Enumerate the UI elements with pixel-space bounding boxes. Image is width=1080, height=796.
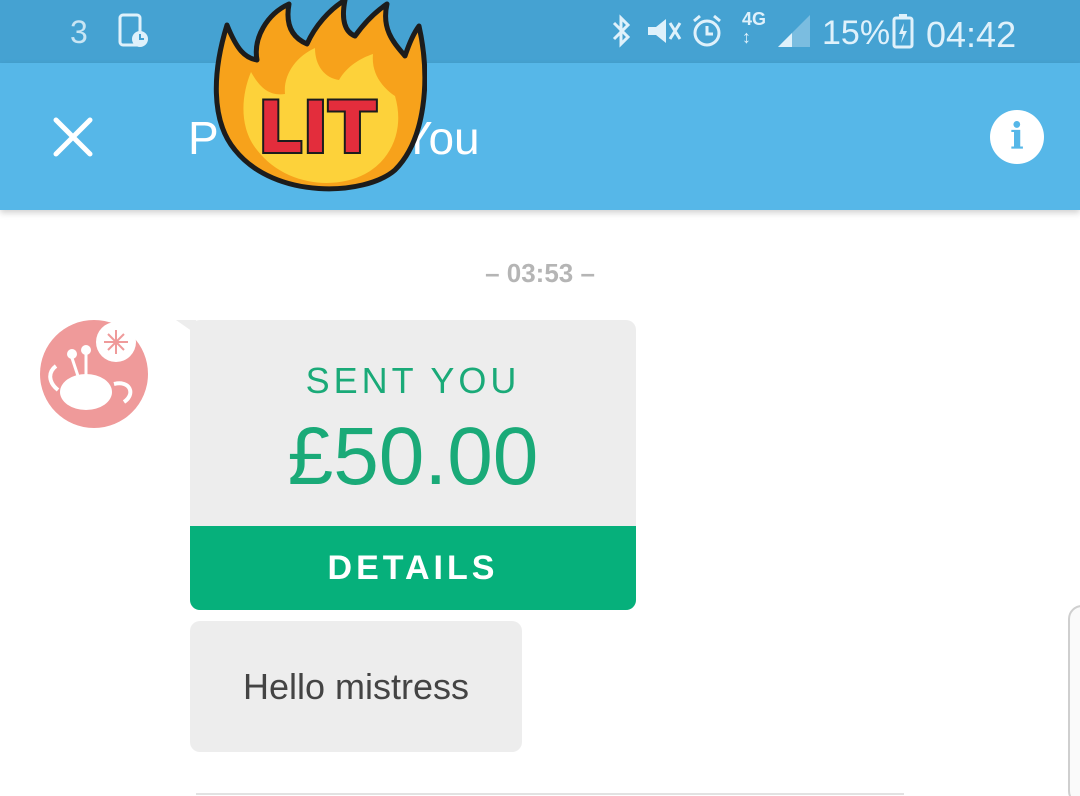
battery-percent: 15% xyxy=(822,14,891,52)
close-icon[interactable] xyxy=(50,114,96,160)
sticker-text: LIT xyxy=(258,87,377,169)
status-bar: 3 4G ↕ 15% 04:42 xyxy=(0,0,1080,63)
payment-amount: £50.00 xyxy=(287,411,539,502)
payment-card[interactable]: SENT YOU £50.00 DETAILS xyxy=(190,320,636,610)
details-button[interactable]: DETAILS xyxy=(190,526,636,610)
data-icon: 4G ↕ xyxy=(742,9,767,47)
divider xyxy=(196,793,904,795)
signal-icon xyxy=(778,15,810,47)
carrier-icon: 3 xyxy=(70,14,88,50)
screenshot-icon xyxy=(118,13,148,47)
fire-sticker: LIT xyxy=(213,0,427,192)
chat-message[interactable]: Hello mistress xyxy=(190,621,522,752)
info-icon[interactable]: i xyxy=(990,110,1044,164)
bluetooth-icon xyxy=(612,14,631,48)
vibrate-icon xyxy=(648,19,682,43)
battery-icon xyxy=(892,14,914,49)
alarm-icon xyxy=(693,14,721,47)
clock: 04:42 xyxy=(926,14,1017,55)
payment-label: SENT YOU xyxy=(305,360,521,401)
app-bar: P You i xyxy=(0,63,1080,210)
edge-panel-handle[interactable] xyxy=(1068,605,1080,796)
avatar[interactable] xyxy=(40,320,148,428)
message-timestamp: – 03:53 – xyxy=(485,258,595,288)
